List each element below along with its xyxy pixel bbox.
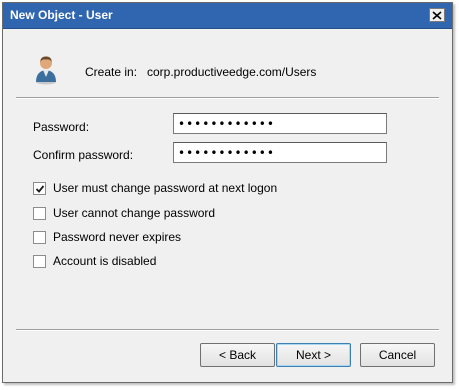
- separator: [16, 97, 439, 99]
- close-button[interactable]: [429, 8, 445, 22]
- back-button[interactable]: < Back: [200, 343, 275, 367]
- user-icon: [33, 55, 59, 85]
- checkbox[interactable]: [33, 181, 46, 195]
- create-in-label: Create in:: [85, 65, 138, 79]
- password-field[interactable]: [173, 113, 387, 134]
- checkbox-label: User cannot change password: [53, 206, 216, 220]
- cancel-button[interactable]: Cancel: [360, 343, 435, 367]
- separator: [16, 329, 439, 331]
- next-button[interactable]: Next >: [276, 343, 351, 367]
- option-must-change-password[interactable]: User must change password at next logon: [33, 180, 277, 196]
- option-account-disabled[interactable]: Account is disabled: [33, 253, 156, 269]
- title-bar[interactable]: New Object - User: [3, 3, 452, 29]
- new-object-user-dialog: New Object - User Create in: corp.produc…: [2, 2, 453, 383]
- checkbox-label: Password never expires: [53, 230, 182, 244]
- checkbox-label: Account is disabled: [53, 254, 157, 268]
- checkbox[interactable]: [33, 230, 46, 244]
- option-cannot-change-password[interactable]: User cannot change password: [33, 205, 215, 221]
- close-icon: [432, 10, 442, 20]
- checkbox[interactable]: [33, 206, 46, 220]
- password-label: Password:: [33, 120, 90, 134]
- confirm-password-label: Confirm password:: [33, 148, 134, 162]
- checkbox[interactable]: [33, 254, 46, 268]
- confirm-password-field[interactable]: [173, 142, 387, 163]
- option-password-never-expires[interactable]: Password never expires: [33, 229, 181, 245]
- window-title: New Object - User: [10, 8, 113, 22]
- checkbox-label: User must change password at next logon: [53, 181, 278, 195]
- create-in-path: corp.productiveedge.com/Users: [147, 65, 317, 79]
